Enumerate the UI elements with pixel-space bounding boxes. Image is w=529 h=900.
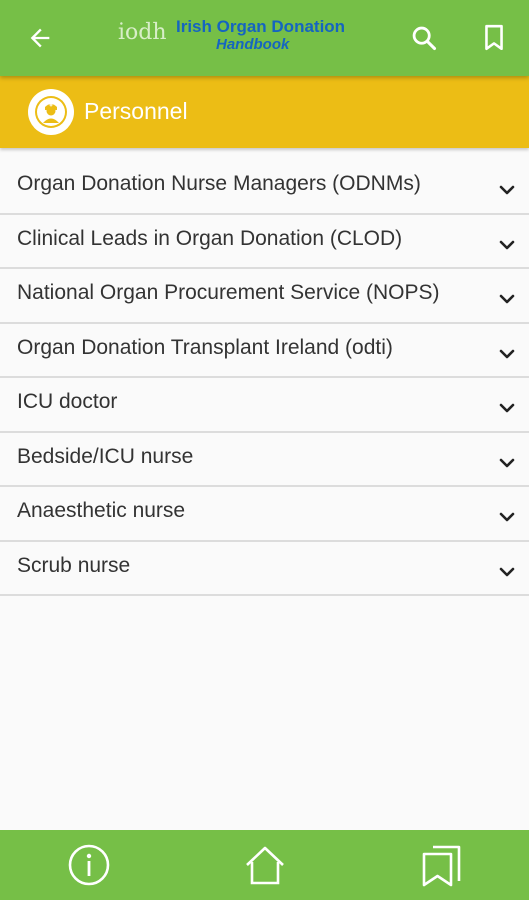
section-header: Personnel [0, 76, 529, 148]
chevron-down-icon [499, 403, 515, 413]
home-icon [246, 846, 284, 885]
list-item-label: Clinical Leads in Organ Donation (CLOD) [17, 226, 403, 250]
nurse-icon [35, 96, 67, 128]
search-button[interactable] [400, 14, 448, 62]
bookmarks-icon [422, 845, 461, 887]
bookmarks-button[interactable] [417, 841, 465, 889]
list-item-anaesthetic-nurse[interactable]: Anaesthetic nurse [0, 487, 529, 542]
list-item-label: Bedside/ICU nurse [17, 444, 194, 468]
list-item-label: Anaesthetic nurse [17, 499, 186, 522]
section-title: Personnel [84, 98, 188, 124]
search-icon [412, 26, 437, 51]
logo-mark: iodh [118, 20, 167, 45]
list-item-scrub-nurse[interactable]: Scrub nurse [0, 542, 529, 596]
list-item-label: Organ Donation Nurse Managers (ODNMs) [17, 172, 421, 195]
chevron-down-icon [499, 512, 515, 522]
list-item-odti[interactable]: Organ Donation Transplant Ireland (odti) [0, 324, 529, 378]
chevron-down-icon [499, 458, 515, 467]
list-item-odnms[interactable]: Organ Donation Nurse Managers (ODNMs) [0, 160, 529, 215]
list-item-icu-doctor[interactable]: ICU doctor [0, 378, 529, 433]
personnel-list: Organ Donation Nurse Managers (ODNMs) Cl… [0, 160, 529, 596]
list-item-nops[interactable]: National Organ Procurement Service (NOPS… [0, 269, 529, 324]
section-badge [28, 89, 74, 135]
list-item-clod[interactable]: Clinical Leads in Organ Donation (CLOD) [0, 215, 529, 269]
info-icon [68, 844, 110, 886]
list-item-label: Scrub nurse [17, 553, 131, 577]
bookmark-button[interactable] [470, 14, 518, 62]
back-button[interactable] [16, 14, 64, 62]
chevron-down-icon [499, 240, 515, 249]
list-item-label: ICU doctor [17, 390, 118, 413]
logo-title-line2: Handbook [216, 36, 290, 53]
chevron-down-icon [499, 349, 515, 358]
info-button[interactable] [65, 841, 113, 889]
bookmark-icon [485, 24, 503, 51]
list-item-label: National Organ Procurement Service (NOPS… [17, 281, 440, 304]
bottom-nav [0, 830, 529, 900]
app-bar: iodh Irish Organ Donation Handbook [0, 0, 529, 76]
logo-title-line1: Irish Organ Donation [176, 17, 346, 36]
chevron-down-icon [499, 185, 515, 195]
list-item-bedside-icu-nurse[interactable]: Bedside/ICU nurse [0, 433, 529, 487]
app-logo: iodh Irish Organ Donation Handbook [118, 14, 358, 62]
list-item-label: Organ Donation Transplant Ireland (odti) [17, 335, 393, 359]
home-button[interactable] [241, 841, 289, 889]
chevron-down-icon [499, 567, 515, 576]
chevron-down-icon [499, 294, 515, 304]
arrow-left-icon [30, 28, 50, 48]
